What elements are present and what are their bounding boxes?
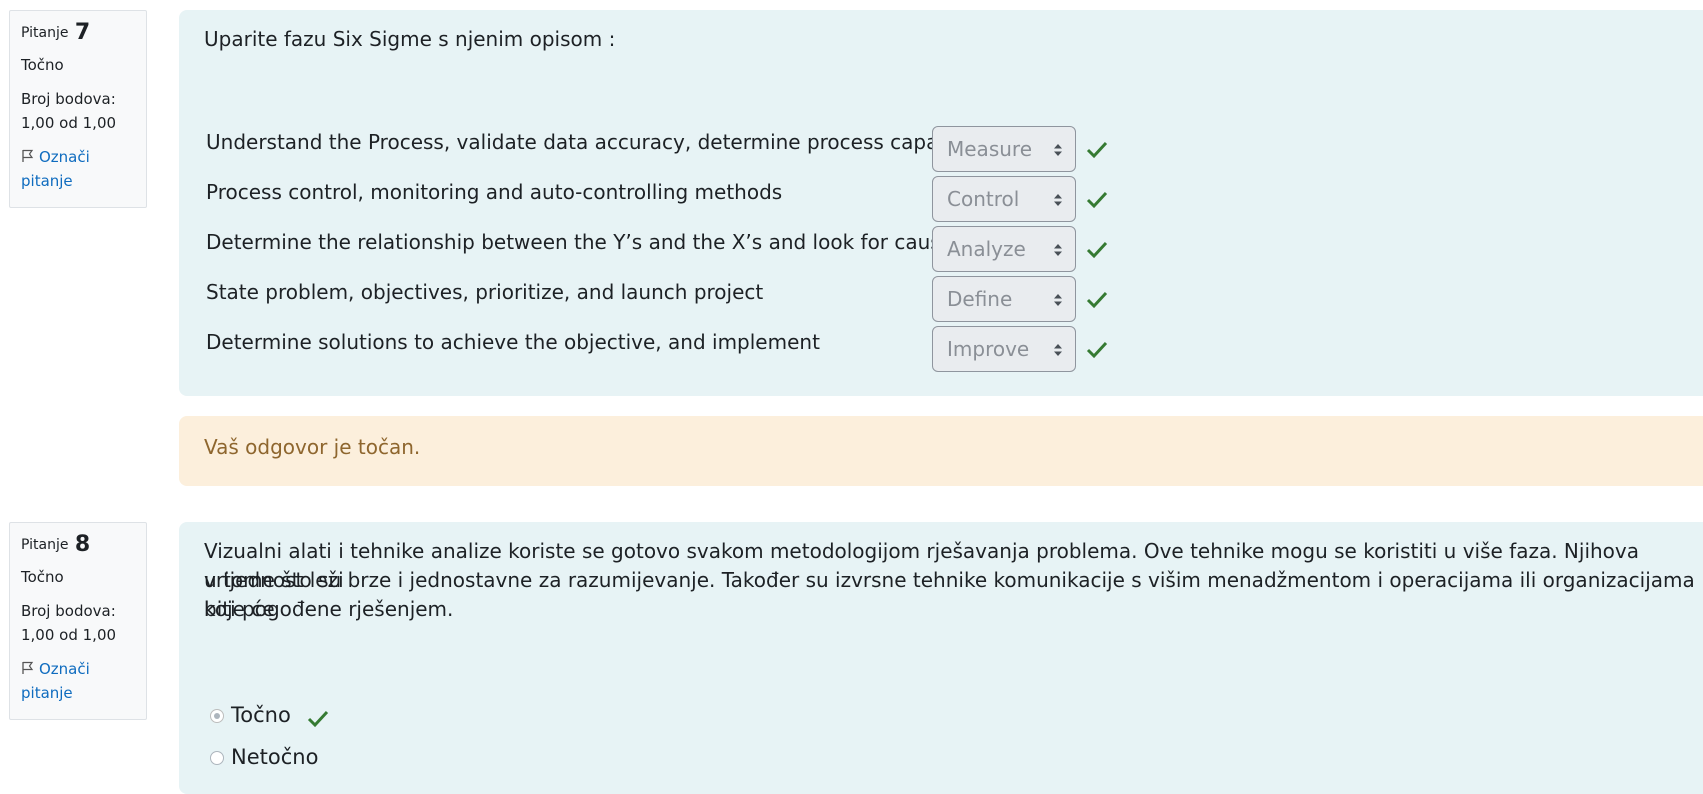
match-select[interactable]: Control [932, 176, 1076, 222]
match-row: Determine solutions to achieve the objec… [206, 326, 1108, 372]
question-grade-value: 1,00 od 1,00 [21, 626, 117, 644]
flag-question-link[interactable]: Označi pitanje [21, 657, 136, 705]
question-number-line: Pitanje 7 [21, 21, 136, 45]
question-text-line: biti pogođene rješenjem. [204, 597, 454, 621]
match-description: State problem, objectives, prioritize, a… [206, 280, 764, 304]
match-row: Understand the Process, validate data ac… [206, 126, 1108, 172]
match-description: Understand the Process, validate data ac… [206, 130, 988, 154]
question-grade-label: Broj bodova: [21, 602, 116, 620]
flag-question-link[interactable]: Označi pitanje [21, 145, 136, 193]
match-description: Process control, monitoring and auto-con… [206, 180, 783, 204]
question-info-8: Pitanje 8 Točno Broj bodova: 1,00 od 1,0… [9, 522, 147, 720]
match-select[interactable]: Define [932, 276, 1076, 322]
question-grade-label: Broj bodova: [21, 90, 116, 108]
question-label: Pitanje [21, 25, 69, 41]
question-text: Uparite fazu Six Sigme s njenim opisom : [204, 27, 616, 51]
answer-option-label: Netočno [231, 745, 319, 769]
match-description: Determine the relationship between the Y… [206, 230, 964, 254]
question-info-7: Pitanje 7 Točno Broj bodova: 1,00 od 1,0… [9, 10, 147, 208]
match-select[interactable]: Measure [932, 126, 1076, 172]
question-grade-value: 1,00 od 1,00 [21, 114, 117, 132]
question-content-7: Uparite fazu Six Sigme s njenim opisom :… [179, 10, 1703, 396]
question-number: 7 [74, 20, 91, 45]
match-select-value: Measure [947, 137, 1032, 161]
check-icon [1086, 291, 1108, 309]
check-icon [1086, 341, 1108, 359]
feedback-text: Vaš odgovor je točan. [204, 435, 421, 459]
answer-option-label: Točno [231, 703, 291, 727]
match-select-value: Improve [947, 337, 1030, 361]
flag-icon [22, 149, 34, 162]
question-label: Pitanje [21, 537, 69, 553]
flag-icon [22, 661, 34, 674]
check-icon [307, 710, 329, 728]
match-select[interactable]: Analyze [932, 226, 1076, 272]
select-arrows-icon [1054, 144, 1062, 156]
select-arrows-icon [1054, 294, 1062, 306]
question-state: Točno [21, 56, 64, 74]
question-number: 8 [74, 532, 91, 557]
match-select-value: Control [947, 187, 1020, 211]
feedback-box: Vaš odgovor je točan. [179, 416, 1703, 486]
select-arrows-icon [1054, 244, 1062, 256]
question-number-line: Pitanje 8 [21, 533, 136, 557]
radio-button[interactable] [210, 709, 224, 723]
match-row: Determine the relationship between the Y… [206, 226, 1108, 272]
question-content-8: Vizualni alati i tehnike analize koriste… [179, 522, 1703, 794]
match-select-value: Define [947, 287, 1013, 311]
select-arrows-icon [1054, 344, 1062, 356]
match-row: State problem, objectives, prioritize, a… [206, 276, 1108, 322]
check-icon [1086, 241, 1108, 259]
match-row: Process control, monitoring and auto-con… [206, 176, 1108, 222]
check-icon [1086, 191, 1108, 209]
check-icon [1086, 141, 1108, 159]
radio-button[interactable] [210, 751, 224, 765]
question-state: Točno [21, 568, 64, 586]
match-description: Determine solutions to achieve the objec… [206, 330, 820, 354]
match-select-value: Analyze [947, 237, 1026, 261]
select-arrows-icon [1054, 194, 1062, 206]
match-select[interactable]: Improve [932, 326, 1076, 372]
